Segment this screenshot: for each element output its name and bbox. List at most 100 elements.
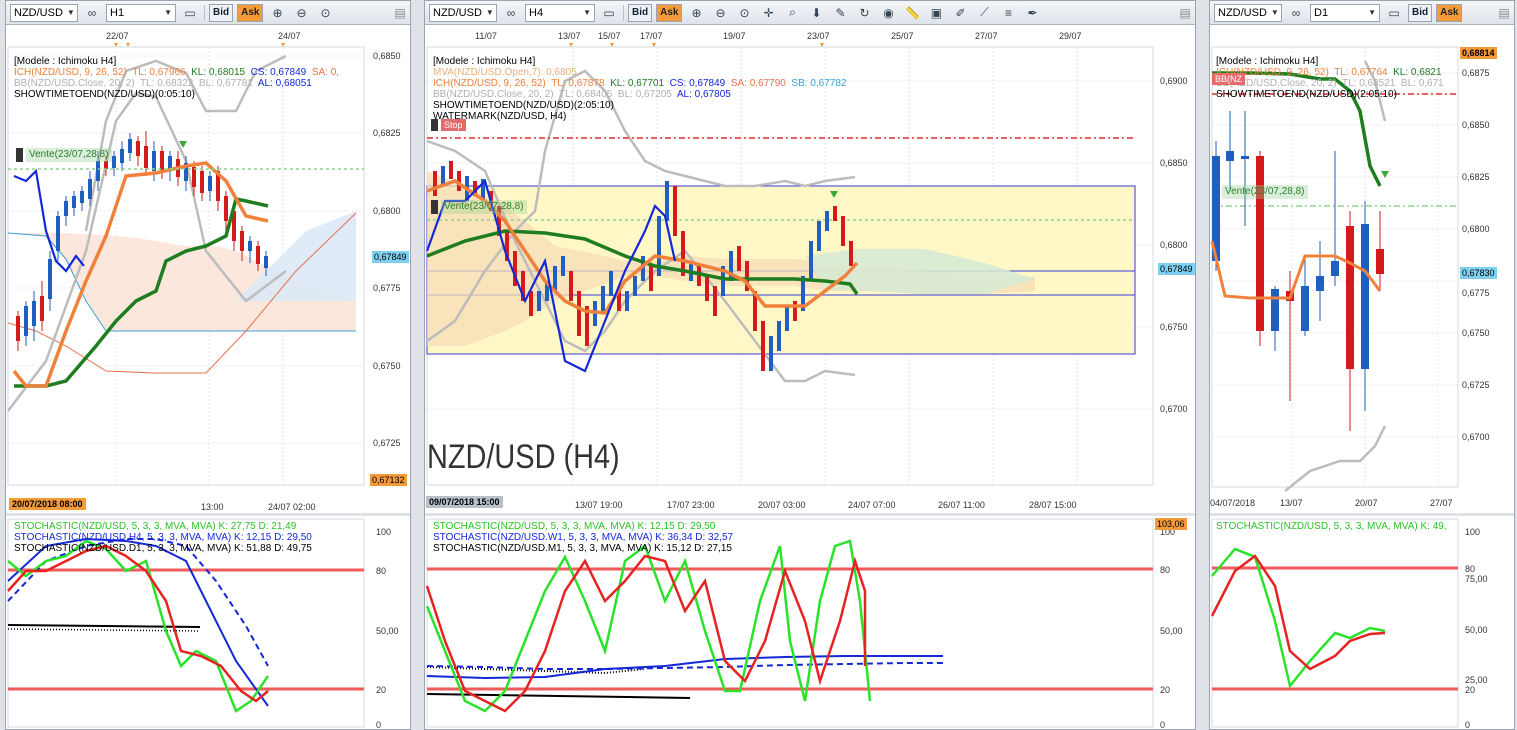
bb-top-value: TL: 0,68322 [139, 78, 194, 89]
time-label: 17/07 23:00 [667, 500, 715, 510]
chart-window-d1: NZD/USD ▼ ∞ D1 ▼ ▭ Bid Ask ▤ 0,6875 0,68… [1209, 0, 1515, 730]
sell-marker [431, 200, 438, 214]
stoch-level-label: 0 [376, 720, 381, 730]
indicator-legend: [Modele : Ichimoku H4] ICH(NZD/USD, 9, 2… [1216, 56, 1444, 100]
stoch-legend-1: STOCHASTIC(NZD/USD, 5, 3, 3, MVA, MVA) K… [14, 521, 297, 532]
stoch-level-label: 80 [376, 566, 386, 576]
time-axis: 04/07/2018 13/07 20/07 27/07 [1210, 498, 1453, 508]
tenkan-value: TL: 0,67764 [1334, 67, 1388, 78]
price-label: 0,6750 [1462, 328, 1490, 338]
stoch-legend-3: STOCHASTIC(NZD/USD.D1, 5, 3, 3, MVA, MVA… [14, 543, 312, 554]
price-label: 0,6725 [373, 438, 401, 448]
senkou-a-value: SA: 0,67790 [730, 78, 786, 89]
stoch-level-label: 0 [1160, 720, 1165, 730]
stoch-level-label: 50,00 [376, 626, 399, 636]
session-marker [569, 43, 573, 47]
bollinger-legend: BB(NZD/USD.Close, 20, 2) TL: 0,68322 BL:… [14, 78, 339, 89]
stoch-level-label: 20 [376, 685, 386, 695]
time-label: 04/07/2018 [1210, 498, 1255, 508]
date-label: 22/07 [106, 31, 129, 41]
stochastic-legend: STOCHASTIC(NZD/USD, 5, 3, 3, MVA, MVA) K… [1216, 521, 1447, 532]
chart-watermark: NZD/USD (H4) [427, 438, 620, 476]
senkou-b-value: SB: 0,67782 [791, 78, 847, 89]
kijun-value: KL: 0,68015 [191, 67, 246, 78]
kijun-value: KL: 0,67701 [610, 78, 665, 89]
date-label: 24/07 [278, 31, 301, 41]
model-label: [Modele : Ichimoku H4] [1216, 56, 1319, 67]
price-label: 0,6700 [1160, 404, 1188, 414]
price-label: 0,6800 [1462, 224, 1490, 234]
chikou-value: CS: 0,67849 [669, 78, 726, 89]
stoch-axis: 100 80 75,00 50,00 25,00 20 0 [1465, 527, 1488, 729]
cursor-price-box: 0,67132 [370, 474, 407, 486]
stoch-level-label: 25,00 [1465, 675, 1488, 685]
current-price-box: 0,67830 [1460, 267, 1497, 279]
kijun-value: KL: 0,6821 [1393, 67, 1442, 78]
price-label: 0,6800 [1160, 240, 1188, 250]
bb-average-value: AL: 0,68051 [257, 78, 312, 89]
cursor-date-box: 20/07/2018 08:00 [9, 498, 86, 510]
bb-tag: BB(NZ [1212, 73, 1245, 85]
stoch-legend-1: STOCHASTIC(NZD/USD, 5, 3, 3, MVA, MVA) K… [433, 521, 716, 532]
price-axis: 0,6875 0,6850 0,6825 0,6800 0,6775 0,675… [1462, 68, 1490, 442]
tenkan-value: TL: 0,67878 [551, 78, 605, 89]
stoch-legend-1: STOCHASTIC(NZD/USD, 5, 3, 3, MVA, MVA) K… [1216, 521, 1447, 532]
stoch-level-label: 100 [1465, 527, 1480, 537]
stochastic-legend: STOCHASTIC(NZD/USD, 5, 3, 3, MVA, MVA) K… [433, 521, 733, 554]
indicator-legend: [Modele : Ichimoku H4] MVA(NZD/USD.Open,… [433, 56, 846, 122]
stoch-level-label: 75,00 [1465, 574, 1488, 584]
chart-svg-h1: 22/07 24/07 0,6850 0,6825 0,6800 0,6775 … [7, 31, 401, 730]
price-axis: 0,6900 0,6850 0,6800 0,6750 0,6700 [1160, 76, 1188, 414]
stochastic-plot-area [1211, 518, 1459, 728]
mva-legend: MVA(NZD/USD.Open,7): 0,6805 [433, 67, 577, 78]
stoch-level-label: 100 [376, 527, 391, 537]
ichimoku-legend: ICH(NZD/USD, 9, 26, 52) TL: 0,67878 KL: … [433, 78, 846, 89]
price-label: 0,6825 [373, 128, 401, 138]
stoch-axis: 100 80 50,00 20 0 [1160, 527, 1183, 730]
time-to-end-label: SHOWTIMETOEND(NZD/USD)(0:05:10) [14, 89, 195, 100]
chart-window-h4: NZD/USD ▼ ∞ H4 ▼ ▭ Bid Ask ⊕ ⊖ ⊙ ✛ ⌕ ⬇ ✎ ↻… [424, 0, 1196, 730]
price-axis: 0,6850 0,6825 0,6800 0,6775 0,6750 0,672… [373, 51, 401, 448]
senkou-a-value: SA: 0, [311, 67, 340, 78]
bb-bottom-value: BL: 0,671 [1400, 78, 1444, 89]
bollinger-legend: BB(NZD/USD.Close, 20, 2) TL: 0,68521 BL:… [1216, 78, 1444, 89]
sell-order-label[interactable]: Vente(23/07,28,8) [26, 148, 112, 162]
bb-average-value: AL: 0,67805 [676, 89, 731, 100]
session-marker [820, 43, 824, 47]
price-label: 0,6900 [1160, 76, 1188, 86]
time-to-end-label: SHOWTIMETOEND(NZD/USD)(2:05:10) [433, 100, 614, 111]
price-label: 0,6850 [373, 51, 401, 61]
time-label: 13/07 19:00 [575, 500, 623, 510]
pane-divider[interactable] [1210, 513, 1514, 516]
current-price-box: 0,67849 [372, 251, 409, 263]
price-label: 0,6875 [1462, 68, 1490, 78]
date-label: 15/07 [598, 31, 621, 41]
sell-order-label[interactable]: Vente(23/07,28,8) [441, 200, 527, 214]
session-marker [610, 43, 614, 47]
trading-workspace: NZD/USD ▼ ∞ H1 ▼ ▭ Bid Ask ⊕ ⊖ ⊙ ▤ 22/07 2… [0, 0, 1517, 730]
current-price-box: 0,67849 [1158, 263, 1195, 275]
bollinger-legend: BB(NZD/USD.Close, 20, 2) TL: 0,68405 BL:… [433, 89, 846, 100]
stoch-legend-2: STOCHASTIC(NZD/USD.H4, 5, 3, 3, MVA, MVA… [14, 532, 312, 543]
bollinger-label: BB(NZD/USD.Close, 20, 2) [433, 89, 554, 100]
price-label: 0,6850 [1462, 120, 1490, 130]
stop-order-label[interactable]: Stop [441, 119, 466, 131]
price-label: 0,6700 [1462, 432, 1490, 442]
stoch-cursor-box: 103,06 [1155, 518, 1187, 530]
time-label: 24/07 07:00 [848, 500, 896, 510]
stoch-level-label: 50,00 [1465, 625, 1488, 635]
time-label: 13/07 [1280, 498, 1303, 508]
pane-divider[interactable] [6, 513, 410, 516]
price-label: 0,6750 [373, 361, 401, 371]
bb-bottom-value: BL: 0,67205 [617, 89, 672, 100]
pane-divider[interactable] [425, 513, 1195, 516]
ichimoku-label: ICH(NZD/USD, 9, 26, 52) [433, 78, 546, 89]
time-label: 13:00 [201, 502, 224, 512]
sell-order-label[interactable]: Vente(23/07,28,8) [1222, 185, 1308, 199]
date-label: 17/07 [640, 31, 663, 41]
stoch-axis: 100 80 50,00 20 0 [376, 527, 399, 730]
price-label: 0,6850 [1160, 158, 1188, 168]
date-label: 19/07 [723, 31, 746, 41]
price-label: 0,6800 [373, 206, 401, 216]
bb-top-value: TL: 0,68521 [1341, 78, 1396, 89]
